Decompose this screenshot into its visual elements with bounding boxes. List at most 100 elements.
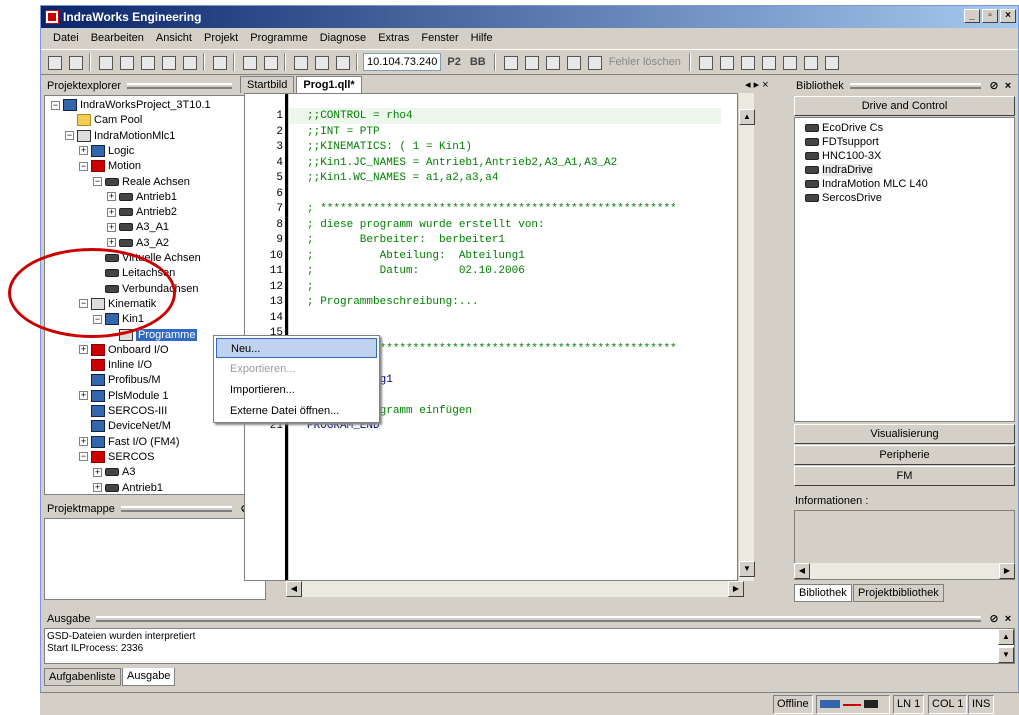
tree-item[interactable]: + Antrieb2	[107, 205, 177, 220]
visualisierung-button[interactable]: Visualisierung	[794, 424, 1015, 444]
menu-programme[interactable]: Programme	[244, 32, 313, 44]
pin-icon[interactable]: ⊘	[987, 77, 1001, 95]
tree-item[interactable]: + Fast I/O (FM4)	[79, 435, 180, 450]
menu-ansicht[interactable]: Ansicht	[150, 32, 198, 44]
search-device-icon[interactable]	[291, 53, 309, 71]
panel-grip[interactable]	[849, 83, 981, 89]
panel-grip[interactable]	[126, 83, 232, 89]
close-icon[interactable]: ×	[1001, 610, 1015, 628]
tree-item[interactable]: − Motion	[79, 159, 141, 174]
context-menu-item[interactable]: Externe Datei öffnen...	[216, 401, 377, 421]
save-icon[interactable]	[738, 53, 756, 71]
collapse-icon[interactable]: −	[51, 100, 60, 110]
cut-icon[interactable]	[96, 53, 114, 71]
tab-prog1[interactable]: Prog1.qll*	[296, 76, 362, 93]
tree-item[interactable]: SERCOS-III	[79, 404, 167, 419]
fm-button[interactable]: FM	[794, 466, 1015, 486]
expand-icon[interactable]: +	[79, 146, 88, 156]
menu-extras[interactable]: Extras	[372, 32, 415, 44]
clear-errors-button[interactable]: Fehler löschen	[606, 56, 684, 68]
monitor-icon[interactable]	[543, 53, 561, 71]
tree-item[interactable]: + Antrieb1	[107, 190, 177, 205]
tab-aufgabenliste[interactable]: Aufgabenliste	[44, 668, 121, 686]
library-item[interactable]: SercosDrive	[805, 191, 882, 205]
navigate-icon[interactable]	[210, 53, 228, 71]
library-item[interactable]: EcoDrive Cs	[805, 121, 883, 135]
expand-icon[interactable]: +	[93, 483, 102, 493]
tab-projektbibliothek[interactable]: Projektbibliothek	[853, 584, 944, 602]
pin-icon[interactable]: ⊘	[987, 610, 1001, 628]
peripherie-button[interactable]: Peripherie	[794, 445, 1015, 465]
info-hscrollbar[interactable]: ◀ ▶	[794, 563, 1015, 579]
tree-item[interactable]: − IndraMotionMlc1	[65, 129, 175, 144]
tree-item[interactable]: + A3_A2	[107, 236, 169, 251]
editor-hscrollbar[interactable]: ◀ ▶	[286, 581, 744, 597]
tree-item[interactable]: − SERCOS	[79, 450, 154, 465]
tree-item[interactable]: + Onboard I/O	[79, 343, 169, 358]
project-icon[interactable]	[45, 53, 63, 71]
menu-datei[interactable]: Datei	[47, 32, 85, 44]
scroll-right-button[interactable]: ▶	[728, 581, 744, 597]
scroll-up-button[interactable]: ▲	[998, 629, 1014, 645]
ip-address-field[interactable]: 10.104.73.240	[363, 53, 442, 71]
library-item[interactable]: IndraDrive	[805, 163, 873, 177]
context-menu-item[interactable]: Neu...	[216, 338, 377, 358]
collapse-icon[interactable]: −	[93, 177, 102, 187]
close-button[interactable]: ×	[1000, 9, 1016, 23]
menu-hilfe[interactable]: Hilfe	[465, 32, 499, 44]
paste-icon[interactable]	[138, 53, 156, 71]
menu-diagnose[interactable]: Diagnose	[314, 32, 372, 44]
scroll-right-button[interactable]: ▶	[999, 563, 1015, 579]
upload-icon[interactable]	[333, 53, 351, 71]
collapse-icon[interactable]: −	[79, 161, 88, 171]
tab-bibliothek[interactable]: Bibliothek	[794, 584, 852, 602]
close-icon[interactable]: ×	[1001, 77, 1015, 95]
editor-vscrollbar[interactable]: ▲ ▼	[738, 93, 755, 581]
restore-button[interactable]: ▫	[982, 9, 998, 23]
tab-startbild[interactable]: Startbild	[240, 76, 295, 93]
expand-icon[interactable]: +	[107, 238, 116, 248]
download-icon[interactable]	[312, 53, 330, 71]
menu-projekt[interactable]: Projekt	[198, 32, 244, 44]
expand-icon[interactable]: +	[93, 467, 102, 477]
minimize-button[interactable]: _	[964, 9, 980, 23]
open-icon[interactable]	[717, 53, 735, 71]
p2-button[interactable]: P2	[444, 56, 463, 68]
properties-icon[interactable]	[66, 53, 84, 71]
redo-icon[interactable]	[180, 53, 198, 71]
tree-item[interactable]: DeviceNet/M	[79, 419, 171, 434]
tree-item[interactable]: Profibus/M	[79, 373, 161, 388]
context-menu-item[interactable]: Importieren...	[216, 380, 377, 400]
align-icon[interactable]	[759, 53, 777, 71]
scroll-up-button[interactable]: ▲	[739, 109, 755, 125]
panel-grip[interactable]	[96, 616, 981, 622]
tree-item[interactable]: + Logic	[79, 144, 134, 159]
library-item[interactable]: IndraMotion MLC L40	[805, 177, 928, 191]
new-icon[interactable]	[696, 53, 714, 71]
tab-ausgabe[interactable]: Ausgabe	[122, 668, 176, 686]
expand-icon[interactable]: +	[107, 207, 116, 217]
expand-icon[interactable]: +	[107, 192, 116, 202]
menu-fenster[interactable]: Fenster	[415, 32, 464, 44]
editor-tab-nav[interactable]: ◂ ▸ ×	[745, 78, 769, 91]
tree-item[interactable]: − IndraWorksProject_3T10.1	[51, 98, 211, 113]
network-icon[interactable]	[240, 53, 258, 71]
expand-icon[interactable]: +	[107, 222, 116, 232]
tree-item[interactable]: Inline I/O	[79, 358, 152, 373]
tree-item[interactable]: Cam Pool	[65, 113, 142, 128]
indent-icon[interactable]	[780, 53, 798, 71]
collapse-icon[interactable]: −	[65, 131, 74, 141]
drive-and-control-button[interactable]: Drive and Control	[794, 96, 1015, 116]
scroll-left-button[interactable]: ◀	[794, 563, 810, 579]
bookmark-icon[interactable]	[801, 53, 819, 71]
bookmark-next-icon[interactable]	[822, 53, 840, 71]
tree-item[interactable]: + A3_A1	[107, 220, 169, 235]
menu-bearbeiten[interactable]: Bearbeiten	[85, 32, 150, 44]
collapse-icon[interactable]: −	[79, 452, 88, 462]
warning-icon[interactable]	[564, 53, 582, 71]
scroll-down-button[interactable]: ▼	[739, 561, 755, 577]
scroll-down-button[interactable]: ▼	[998, 647, 1014, 663]
expand-icon[interactable]: +	[79, 437, 88, 447]
panel-grip[interactable]	[120, 506, 232, 512]
scroll-left-button[interactable]: ◀	[286, 581, 302, 597]
